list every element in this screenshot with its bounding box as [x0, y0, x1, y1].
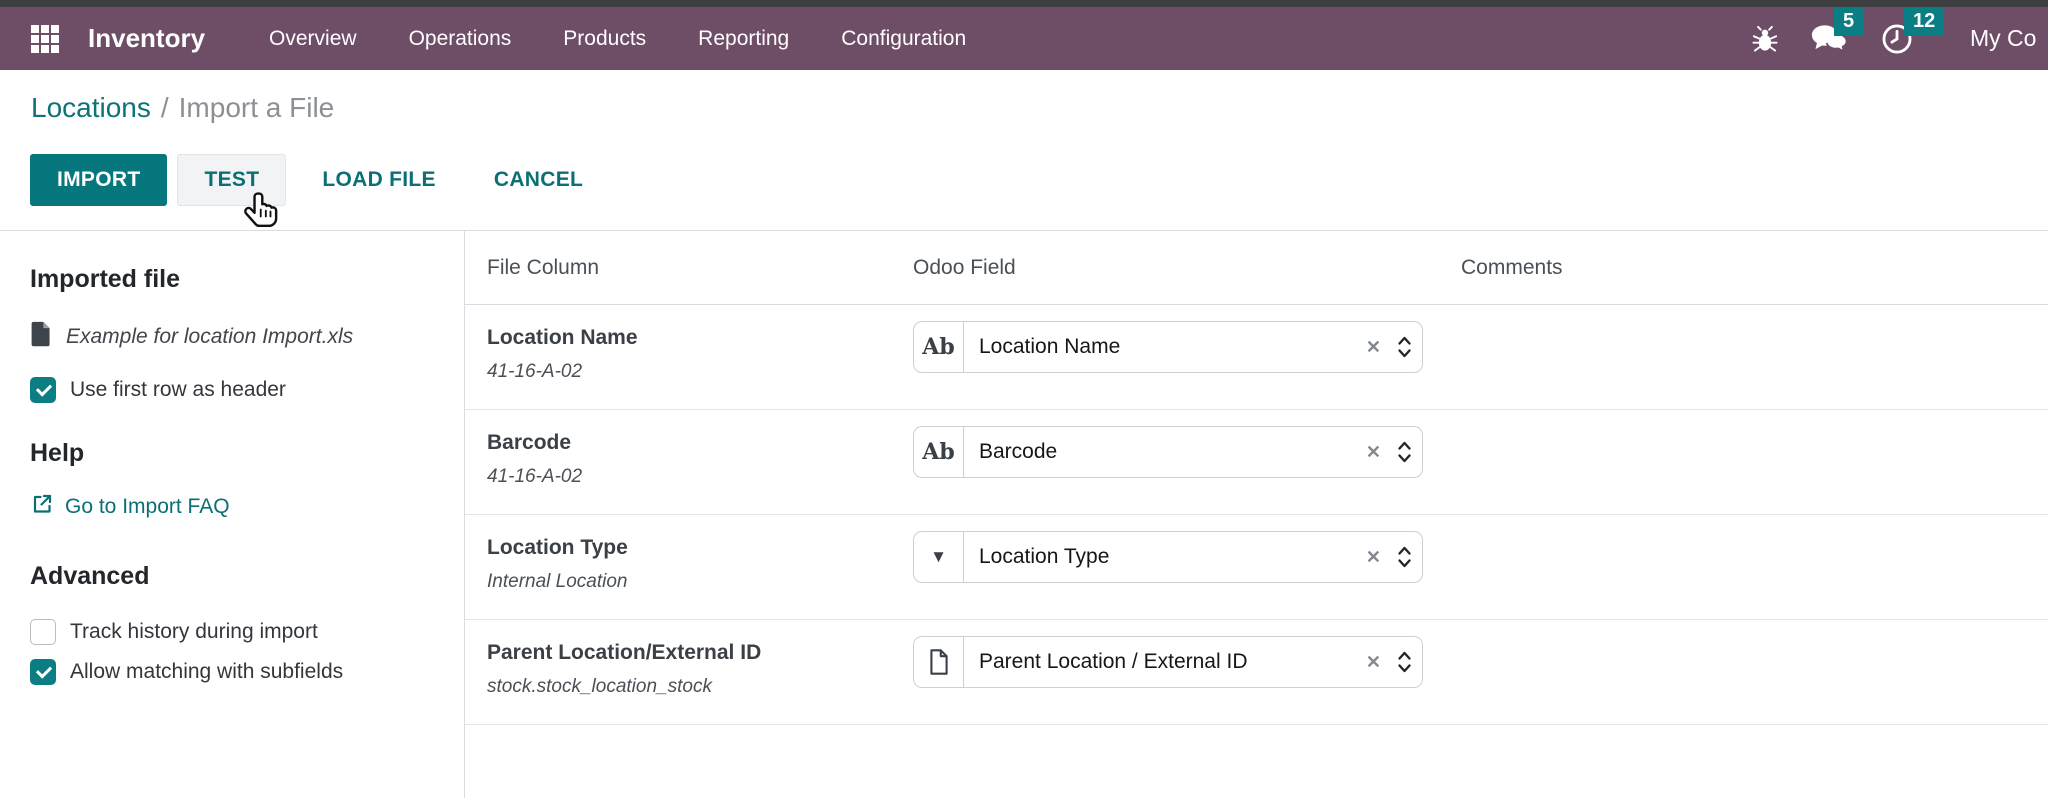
field-stepper-icon[interactable]	[1397, 334, 1412, 360]
field-stepper-icon[interactable]	[1397, 544, 1412, 570]
activities-clock-icon[interactable]: 12	[1880, 7, 1945, 56]
table-row: Location Name 41-16-A-02 Ab Location Nam…	[465, 305, 2048, 410]
menu-reporting[interactable]: Reporting	[698, 27, 789, 51]
track-history-checkbox[interactable]	[30, 619, 56, 645]
imported-file-name: Example for location Import.xls	[66, 324, 354, 348]
odoo-field-select[interactable]: Parent Location / External ID ✕	[913, 636, 1423, 688]
clear-field-icon[interactable]: ✕	[1366, 443, 1381, 461]
help-heading: Help	[30, 439, 85, 467]
content-area: Imported file Example for location Impor…	[0, 231, 2048, 798]
load-file-button[interactable]: LOAD FILE	[300, 154, 458, 206]
company-menu[interactable]: My Co	[1970, 25, 2048, 52]
main-navbar: Inventory Overview Operations Products R…	[0, 7, 2048, 70]
breadcrumb-locations-link[interactable]: Locations	[31, 92, 151, 124]
menu-configuration[interactable]: Configuration	[841, 27, 966, 51]
activities-count-badge[interactable]: 12	[1904, 7, 1945, 36]
document-field-icon	[914, 637, 964, 687]
menu-operations[interactable]: Operations	[409, 27, 512, 51]
file-column-sample: 41-16-A-02	[487, 466, 583, 487]
odoo-field-value[interactable]: Barcode	[964, 440, 1366, 464]
navbar-systray: 5 12 My Co	[1750, 7, 2048, 56]
odoo-field-value[interactable]: Location Name	[964, 335, 1366, 359]
menu-overview[interactable]: Overview	[269, 27, 357, 51]
table-row: Location Type Internal Location ▼ Locati…	[465, 515, 2048, 620]
field-stepper-icon[interactable]	[1397, 439, 1412, 465]
table-header-row: File Column Odoo Field Comments	[465, 231, 2048, 305]
breadcrumb: Locations / Import a File	[0, 70, 2048, 146]
breadcrumb-current: Import a File	[178, 92, 335, 123]
import-sidebar: Imported file Example for location Impor…	[0, 231, 465, 798]
advanced-section: Advanced Track history during import All…	[30, 562, 440, 685]
breadcrumb-separator: /	[160, 92, 169, 123]
odoo-field-select[interactable]: ▼ Location Type ✕	[913, 531, 1423, 583]
selection-field-icon: ▼	[914, 532, 964, 582]
file-column-sample: stock.stock_location_stock	[487, 676, 712, 697]
comments-cell	[1443, 641, 2048, 724]
advanced-heading: Advanced	[30, 562, 150, 590]
window-titlebar-strip	[0, 0, 2048, 7]
mapping-table: File Column Odoo Field Comments Location…	[465, 231, 2048, 798]
import-screen: Inventory Overview Operations Products R…	[0, 0, 2048, 798]
use-first-row-checkbox[interactable]	[30, 377, 56, 403]
debug-bug-icon[interactable]	[1750, 23, 1780, 55]
table-row: Barcode 41-16-A-02 Ab Barcode ✕	[465, 410, 2048, 515]
clear-field-icon[interactable]: ✕	[1366, 548, 1381, 566]
odoo-field-select[interactable]: Ab Location Name ✕	[913, 321, 1423, 373]
allow-matching-option[interactable]: Allow matching with subfields	[30, 659, 440, 685]
test-button[interactable]: TEST	[177, 154, 287, 206]
odoo-field-value[interactable]: Parent Location / External ID	[964, 650, 1366, 674]
header-file-column: File Column	[487, 255, 600, 279]
allow-matching-checkbox[interactable]	[30, 659, 56, 685]
char-field-icon: Ab	[914, 322, 964, 372]
messages-icon[interactable]: 5	[1810, 7, 1864, 56]
comments-cell	[1443, 431, 2048, 514]
import-faq-link[interactable]: Go to Import FAQ	[30, 492, 440, 522]
help-section: Help Go to Import FAQ	[30, 439, 440, 522]
file-column-sample: Internal Location	[487, 571, 628, 592]
file-column-name: Parent Location/External ID	[487, 641, 762, 664]
odoo-field-select[interactable]: Ab Barcode ✕	[913, 426, 1423, 478]
imported-file-row: Example for location Import.xls	[30, 320, 440, 353]
char-field-icon: Ab	[914, 427, 964, 477]
odoo-field-value[interactable]: Location Type	[964, 545, 1366, 569]
comments-cell	[1443, 536, 2048, 619]
imported-file-heading: Imported file	[30, 265, 181, 293]
track-history-option[interactable]: Track history during import	[30, 619, 440, 645]
header-odoo-field: Odoo Field	[913, 255, 1016, 279]
field-stepper-icon[interactable]	[1397, 649, 1412, 675]
file-column-name: Location Type	[487, 536, 628, 559]
file-column-sample: 41-16-A-02	[487, 361, 583, 382]
table-row: Parent Location/External ID stock.stock_…	[465, 620, 2048, 725]
file-column-name: Barcode	[487, 431, 572, 454]
header-comments: Comments	[1461, 255, 1563, 279]
comments-cell	[1443, 326, 2048, 409]
cancel-button[interactable]: CANCEL	[472, 154, 605, 206]
main-menu: Overview Operations Products Reporting C…	[269, 27, 966, 51]
import-button[interactable]: IMPORT	[30, 154, 168, 206]
messages-count-badge[interactable]: 5	[1834, 7, 1864, 36]
file-icon	[30, 320, 53, 353]
menu-products[interactable]: Products	[563, 27, 646, 51]
clear-field-icon[interactable]: ✕	[1366, 653, 1381, 671]
external-link-icon	[30, 492, 54, 522]
use-first-row-option[interactable]: Use first row as header	[30, 377, 440, 403]
clear-field-icon[interactable]: ✕	[1366, 338, 1381, 356]
app-name[interactable]: Inventory	[88, 23, 205, 54]
import-toolbar: IMPORT TEST LOAD FILE CANCEL	[0, 146, 2048, 231]
file-column-name: Location Name	[487, 326, 638, 349]
apps-grid-icon[interactable]	[30, 24, 60, 54]
